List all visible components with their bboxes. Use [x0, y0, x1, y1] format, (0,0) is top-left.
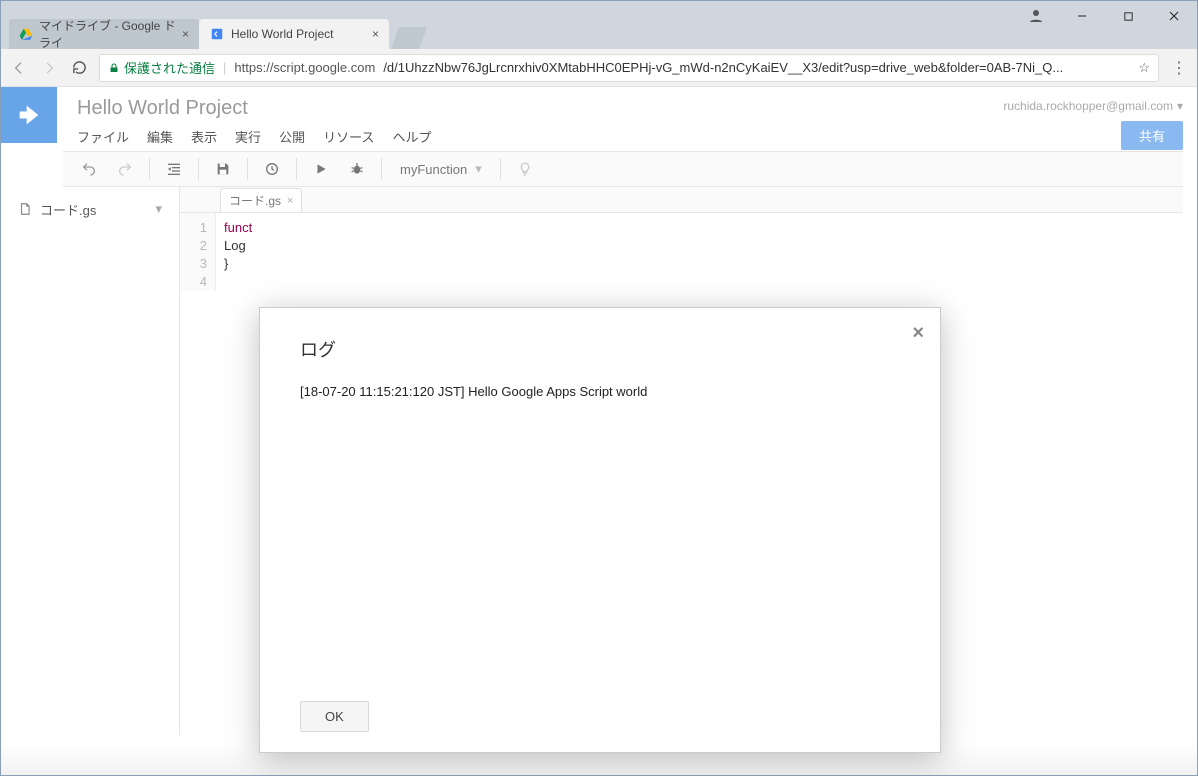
chrome-window: マイドライブ - Google ドライ × Hello World Projec… [0, 0, 1198, 776]
dialog-body: [18-07-20 11:15:21:120 JST] Hello Google… [300, 384, 900, 701]
browser-tab-script[interactable]: Hello World Project × [199, 19, 389, 49]
chrome-menu-button[interactable]: ⋮ [1169, 58, 1189, 78]
lock-icon: 保護された通信 [108, 58, 215, 77]
url-host: https://script.google.com [234, 60, 375, 75]
apps-script-icon [209, 26, 225, 42]
user-account-icon[interactable] [1013, 1, 1059, 31]
browser-tabs: マイドライブ - Google ドライ × Hello World Projec… [9, 17, 423, 49]
minimize-button[interactable] [1059, 1, 1105, 31]
close-icon[interactable]: × [372, 27, 379, 41]
modal-overlay: × ログ [18-07-20 11:15:21:120 JST] Hello G… [1, 87, 1197, 775]
browser-tab-label: マイドライブ - Google ドライ [39, 17, 176, 51]
browser-tab-label: Hello World Project [231, 27, 333, 41]
log-dialog: × ログ [18-07-20 11:15:21:120 JST] Hello G… [259, 307, 941, 753]
maximize-button[interactable] [1105, 1, 1151, 31]
close-icon[interactable]: × [182, 27, 189, 41]
browser-tab-drive[interactable]: マイドライブ - Google ドライ × [9, 19, 199, 49]
bookmark-star-icon[interactable]: ☆ [1138, 60, 1150, 76]
log-line: [18-07-20 11:15:21:120 JST] Hello Google… [300, 384, 900, 399]
dialog-title: ログ [300, 336, 900, 362]
drive-icon [19, 26, 33, 42]
apps-script-editor: Hello World Project ruchida.rockhopper@g… [1, 87, 1197, 775]
titlebar: マイドライブ - Google ドライ × Hello World Projec… [1, 1, 1197, 49]
url-path: /d/1UhzzNbw76JgLrcnrxhiv0XMtabHHC0EPHj-v… [383, 60, 1063, 75]
secure-label: 保護された通信 [124, 58, 215, 77]
forward-button[interactable] [39, 58, 59, 78]
reload-button[interactable] [69, 58, 89, 78]
new-tab-button[interactable] [391, 27, 427, 49]
back-button[interactable] [9, 58, 29, 78]
ok-button[interactable]: OK [300, 701, 369, 732]
window-controls [1013, 1, 1197, 31]
address-bar: 保護された通信 | https://script.google.com/d/1U… [1, 49, 1197, 87]
dialog-close-button[interactable]: × [912, 322, 924, 345]
close-window-button[interactable] [1151, 1, 1197, 31]
omnibox[interactable]: 保護された通信 | https://script.google.com/d/1U… [99, 54, 1159, 82]
